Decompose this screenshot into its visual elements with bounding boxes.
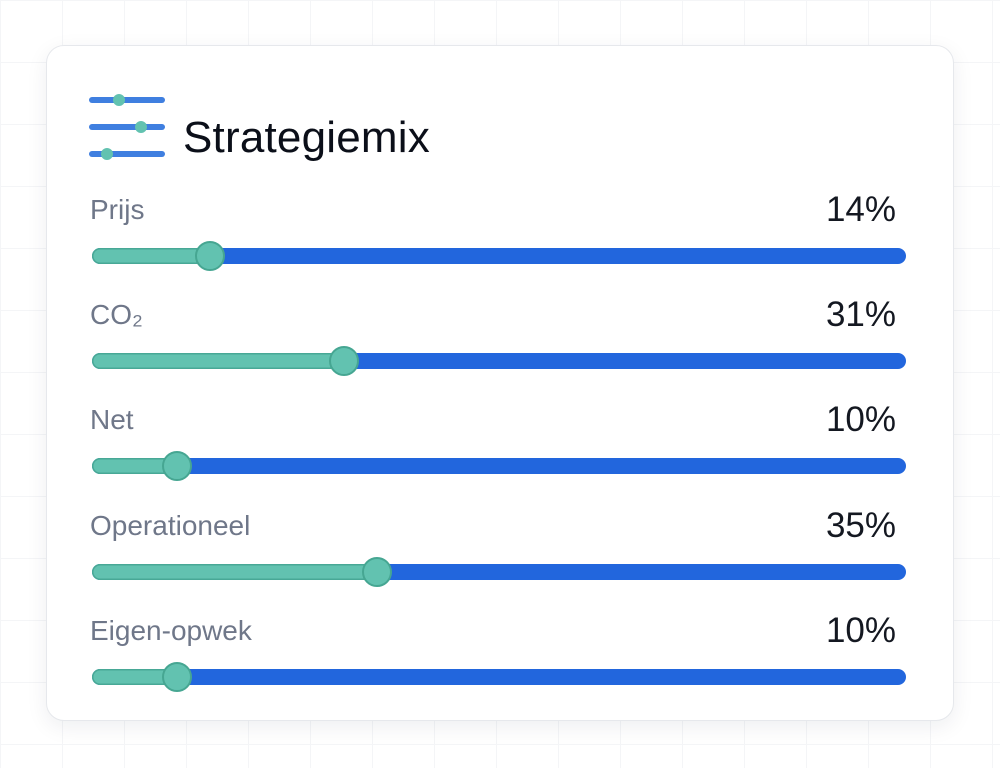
slider-value: 10% (825, 611, 896, 650)
slider-value: 35% (825, 506, 896, 545)
slider-row-eigen-opwek: Eigen-opwek 10% (90, 611, 908, 695)
card-title: Strategiemix (183, 113, 430, 162)
slider-value: 10% (825, 400, 896, 439)
sliders-icon (89, 94, 165, 160)
slider-fill (92, 564, 377, 580)
slider-track[interactable] (92, 241, 906, 271)
slider-row-operationeel: Operationeel 35% (90, 506, 908, 590)
slider-track[interactable] (92, 346, 906, 376)
slider-label: Prijs (90, 194, 145, 225)
slider-thumb[interactable] (162, 451, 193, 481)
slider-thumb[interactable] (195, 241, 226, 271)
slider-row-co2: CO₂ 31% (90, 295, 908, 379)
slider-value: 14% (825, 190, 896, 229)
slider-label: CO₂ (90, 299, 143, 330)
slider-fill (92, 353, 345, 369)
card-header: Strategiemix (89, 94, 430, 162)
slider-track[interactable] (92, 662, 906, 692)
slider-label: Eigen-opwek (90, 615, 252, 646)
slider-label: Operationeel (90, 510, 251, 541)
slider-thumb[interactable] (361, 557, 392, 587)
slider-fill (92, 248, 211, 264)
slider-label: Net (90, 404, 134, 435)
slider-row-prijs: Prijs 14% (90, 190, 908, 274)
slider-thumb[interactable] (162, 662, 193, 692)
slider-track[interactable] (92, 557, 906, 587)
slider-thumb[interactable] (329, 346, 360, 376)
slider-track[interactable] (92, 451, 906, 481)
slider-row-net: Net 10% (90, 400, 908, 484)
strategy-mix-card: Strategiemix Prijs 14% CO₂ 31% Net 10% O… (46, 45, 954, 721)
slider-value: 31% (825, 295, 896, 334)
